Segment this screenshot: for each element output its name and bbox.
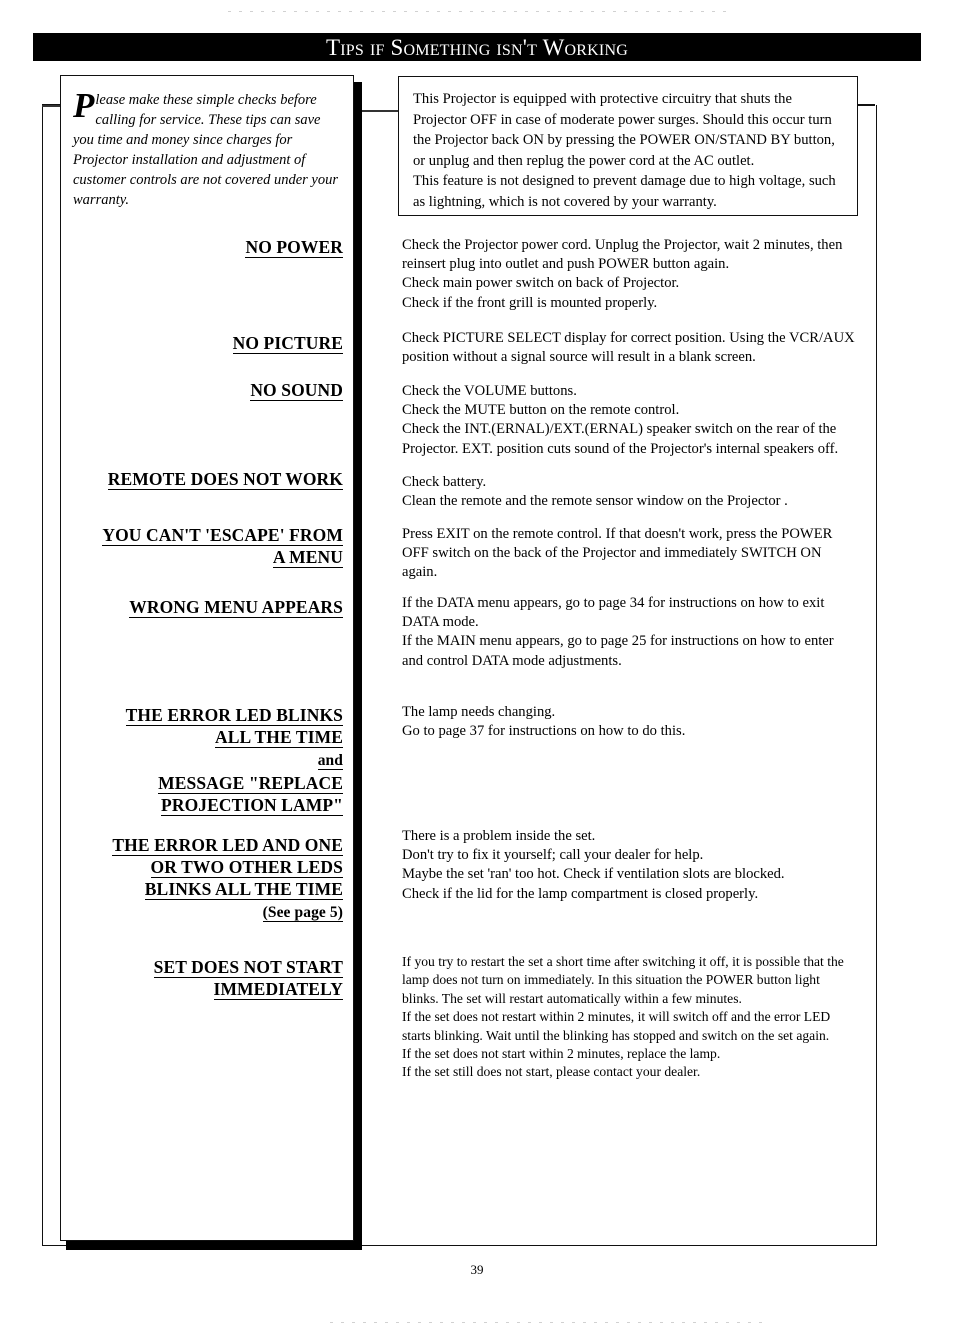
symptom-heading-line: NO SOUND — [71, 379, 343, 401]
answer-paragraph: Check PICTURE SELECT display for correct… — [402, 330, 855, 366]
intro-dropcap: P — [73, 86, 95, 125]
page-title: Tips if Something isn't Working — [326, 34, 628, 60]
answer-block: Check PICTURE SELECT display for correct… — [402, 329, 858, 367]
answer-paragraph: Maybe the set 'ran' too hot. Check if ve… — [402, 866, 785, 883]
symptom-heading-text: NO PICTURE — [232, 333, 343, 354]
answer-paragraph: Check the VOLUME buttons. — [402, 383, 577, 399]
note-box-content: This Projector is equipped with protecti… — [399, 77, 857, 212]
symptom-heading-line: (See page 5) — [71, 900, 343, 924]
symptom-heading: THE ERROR LED BLINKS ALL THE TIME and MESSA… — [71, 704, 343, 816]
page-title-banner: Tips if Something isn't Working — [33, 33, 921, 61]
symptom-heading-text: PROJECTION LAMP" — [161, 795, 343, 816]
intro-paragraph: Please make these simple checks before c… — [73, 86, 341, 210]
answer-paragraph: The lamp needs changing. — [402, 704, 556, 720]
scan-artifact-top — [228, 11, 728, 12]
scan-artifact-bottom — [330, 1322, 770, 1323]
symptom-heading: WRONG MENU APPEARS — [71, 596, 343, 618]
answer-paragraph: If the set does not start within 2 minut… — [402, 1046, 721, 1062]
answer-paragraph: Don't try to fix it yourself; call your … — [402, 847, 704, 864]
symptom-heading-line: ALL THE TIME — [71, 726, 343, 748]
answer-paragraph: Check the MUTE button on the remote cont… — [402, 402, 680, 419]
answer-paragraph: If you try to restart the set a short ti… — [402, 954, 844, 1006]
answer-paragraph: Check the Projector power cord. Unplug t… — [402, 237, 843, 273]
symptom-heading-text: OR TWO OTHER LEDS — [150, 857, 343, 878]
answer-block: Check the Projector power cord. Unplug t… — [402, 236, 858, 313]
connector-left — [42, 105, 62, 107]
symptom-heading-line: SET DOES NOT START — [71, 956, 343, 978]
connector-middle — [362, 110, 400, 112]
answer-block: Press EXIT on the remote control. If tha… — [402, 525, 858, 583]
document-page: Tips if Something isn't Working Please m… — [0, 0, 954, 1335]
symptom-heading-text: (See page 5) — [262, 904, 343, 922]
symptom-heading-line: NO PICTURE — [71, 332, 343, 354]
answer-paragraph: If the DATA menu appears, go to page 34 … — [402, 595, 825, 631]
answer-block: If you try to restart the set a short ti… — [402, 953, 858, 1082]
answer-block: Check the VOLUME buttons. Check the MUTE … — [402, 382, 858, 459]
symptom-heading-line: OR TWO OTHER LEDS — [71, 856, 343, 878]
symptom-heading-text: NO SOUND — [250, 380, 343, 401]
symptom-heading-text: MESSAGE "REPLACE — [158, 773, 343, 794]
symptom-heading-text: YOU CAN'T 'ESCAPE' FROM — [102, 525, 343, 546]
symptom-heading-text: SET DOES NOT START — [153, 957, 343, 978]
symptom-heading: NO PICTURE — [71, 332, 343, 354]
answer-paragraph: Check if the lid for the lamp compartmen… — [402, 885, 759, 902]
answer-block: If the DATA menu appears, go to page 34 … — [402, 594, 858, 671]
answer-paragraph: Go to page 37 for instructions on how to… — [402, 723, 686, 740]
symptom-heading-line: REMOTE DOES NOT WORK — [71, 468, 343, 490]
symptom-heading: NO SOUND — [71, 379, 343, 401]
note-paragraph-1: This Projector is equipped with protecti… — [413, 91, 835, 169]
answer-paragraph: If the set still does not start, please … — [402, 1064, 701, 1080]
answer-block: Check battery. Clean the remote and the r… — [402, 473, 858, 511]
symptom-heading-text: WRONG MENU APPEARS — [129, 597, 343, 618]
answer-paragraph: Check the INT.(ERNAL)/EXT.(ERNAL) speake… — [402, 421, 839, 457]
symptom-heading-line: THE ERROR LED AND ONE — [71, 834, 343, 856]
answer-paragraph: There is a problem inside the set. — [402, 828, 596, 844]
symptom-heading-text: A MENU — [272, 547, 343, 568]
symptom-heading-line: A MENU — [71, 546, 343, 568]
protective-circuitry-note-box: This Projector is equipped with protecti… — [398, 76, 858, 216]
intro-text: lease make these simple checks before ca… — [73, 92, 338, 208]
answer-paragraph: If the MAIN menu appears, go to page 25 … — [402, 633, 834, 669]
answer-paragraph: Press EXIT on the remote control. If tha… — [402, 526, 833, 581]
answer-block: There is a problem inside the set. Don't … — [402, 827, 858, 904]
symptom-heading-line: BLINKS ALL THE TIME — [71, 878, 343, 900]
page-number: 39 — [470, 1262, 484, 1277]
symptom-heading-text: ALL THE TIME — [215, 727, 343, 748]
symptom-heading-line: and — [71, 748, 343, 772]
symptom-heading-text: and — [317, 752, 343, 770]
answer-paragraph: Check battery. — [402, 474, 487, 490]
symptom-heading-text: REMOTE DOES NOT WORK — [107, 469, 343, 490]
symptom-heading-line: THE ERROR LED BLINKS — [71, 704, 343, 726]
symptom-heading: YOU CAN'T 'ESCAPE' FROM A MENU — [71, 524, 343, 568]
symptom-heading-text: NO POWER — [245, 237, 343, 258]
answer-paragraph: If the set does not restart within 2 min… — [402, 1009, 831, 1043]
answer-paragraph: Clean the remote and the remote sensor w… — [402, 493, 788, 510]
symptom-heading: THE ERROR LED AND ONE OR TWO OTHER LEDS BL… — [71, 834, 343, 924]
answer-paragraph: Check main power switch on back of Proje… — [402, 275, 680, 292]
symptom-heading-text: THE ERROR LED BLINKS — [125, 705, 343, 726]
symptom-heading-line: MESSAGE "REPLACE — [71, 772, 343, 794]
note-paragraph-2: This feature is not designed to prevent … — [413, 173, 836, 210]
symptom-heading-line: NO POWER — [71, 236, 343, 258]
symptom-heading-text: BLINKS ALL THE TIME — [144, 879, 343, 900]
symptom-heading-line: YOU CAN'T 'ESCAPE' FROM — [71, 524, 343, 546]
symptom-heading-text: THE ERROR LED AND ONE — [112, 835, 343, 856]
symptom-heading-line: IMMEDIATELY — [71, 978, 343, 1000]
symptom-heading-text: IMMEDIATELY — [213, 979, 343, 1000]
symptom-heading: SET DOES NOT START IMMEDIATELY — [71, 956, 343, 1000]
left-column-box: Please make these simple checks before c… — [60, 75, 354, 1241]
answer-paragraph: Check if the front grill is mounted prop… — [402, 294, 658, 311]
answer-block: The lamp needs changing. Go to page 37 fo… — [402, 703, 858, 741]
symptom-heading: REMOTE DOES NOT WORK — [71, 468, 343, 490]
symptom-heading: NO POWER — [71, 236, 343, 258]
symptom-heading-line: WRONG MENU APPEARS — [71, 596, 343, 618]
symptom-heading-line: PROJECTION LAMP" — [71, 794, 343, 816]
